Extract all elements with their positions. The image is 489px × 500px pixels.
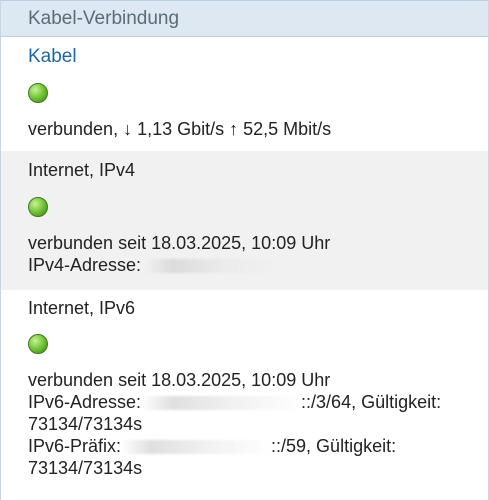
ipv6-prefix-validity: 73134/73134s — [28, 458, 143, 478]
ipv6-title: Internet, IPv6 — [28, 298, 136, 318]
ipv6-connected-since: verbunden seit 18.03.2025, 10:09 Uhr — [28, 370, 331, 390]
ipv4-address-line: IPv4-Adresse: — [28, 254, 488, 276]
kabel-link[interactable]: Kabel — [28, 45, 488, 69]
status-led-icon — [28, 334, 48, 354]
panel-header: Kabel-Verbindung — [1, 0, 488, 37]
ipv6-section: Internet, IPv6 verbunden seit 18.03.2025… — [1, 290, 488, 500]
kabel-section: Kabel verbunden, ↓ 1,13 Gbit/s ↑ 52,5 Mb… — [1, 37, 488, 151]
ipv6-address-label: IPv6-Adresse: — [28, 392, 142, 412]
ipv4-title: Internet, IPv4 — [28, 160, 136, 180]
ipv6-prefix-suffix: ::/59, Gültigkeit: — [271, 436, 397, 456]
ipv6-prefix-line: IPv6-Präfix:::/59, Gültigkeit: — [28, 435, 488, 457]
kabel-status-text: verbunden, ↓ 1,13 Gbit/s ↑ 52,5 Mbit/s — [28, 119, 332, 139]
cable-connection-panel: Kabel-Verbindung Kabel verbunden, ↓ 1,13… — [0, 0, 489, 500]
ipv4-section: Internet, IPv4 verbunden seit 18.03.2025… — [1, 151, 488, 290]
redacted-ipv6-address — [141, 396, 302, 411]
ipv6-address-line: IPv6-Adresse:::/3/64, Gültigkeit: — [28, 391, 488, 413]
ipv6-address-validity: 73134/73134s — [28, 414, 143, 434]
status-led-icon — [28, 197, 48, 217]
status-led-icon — [28, 83, 48, 103]
ipv6-prefix-label: IPv6-Präfix: — [28, 436, 122, 456]
redacted-ipv6-prefix — [121, 440, 272, 455]
redacted-ipv4-address — [146, 259, 277, 274]
ipv4-connected-since: verbunden seit 18.03.2025, 10:09 Uhr — [28, 233, 331, 253]
ipv6-address-suffix: ::/3/64, Gültigkeit: — [301, 392, 442, 412]
ipv4-address-label: IPv4-Adresse: — [28, 255, 142, 275]
